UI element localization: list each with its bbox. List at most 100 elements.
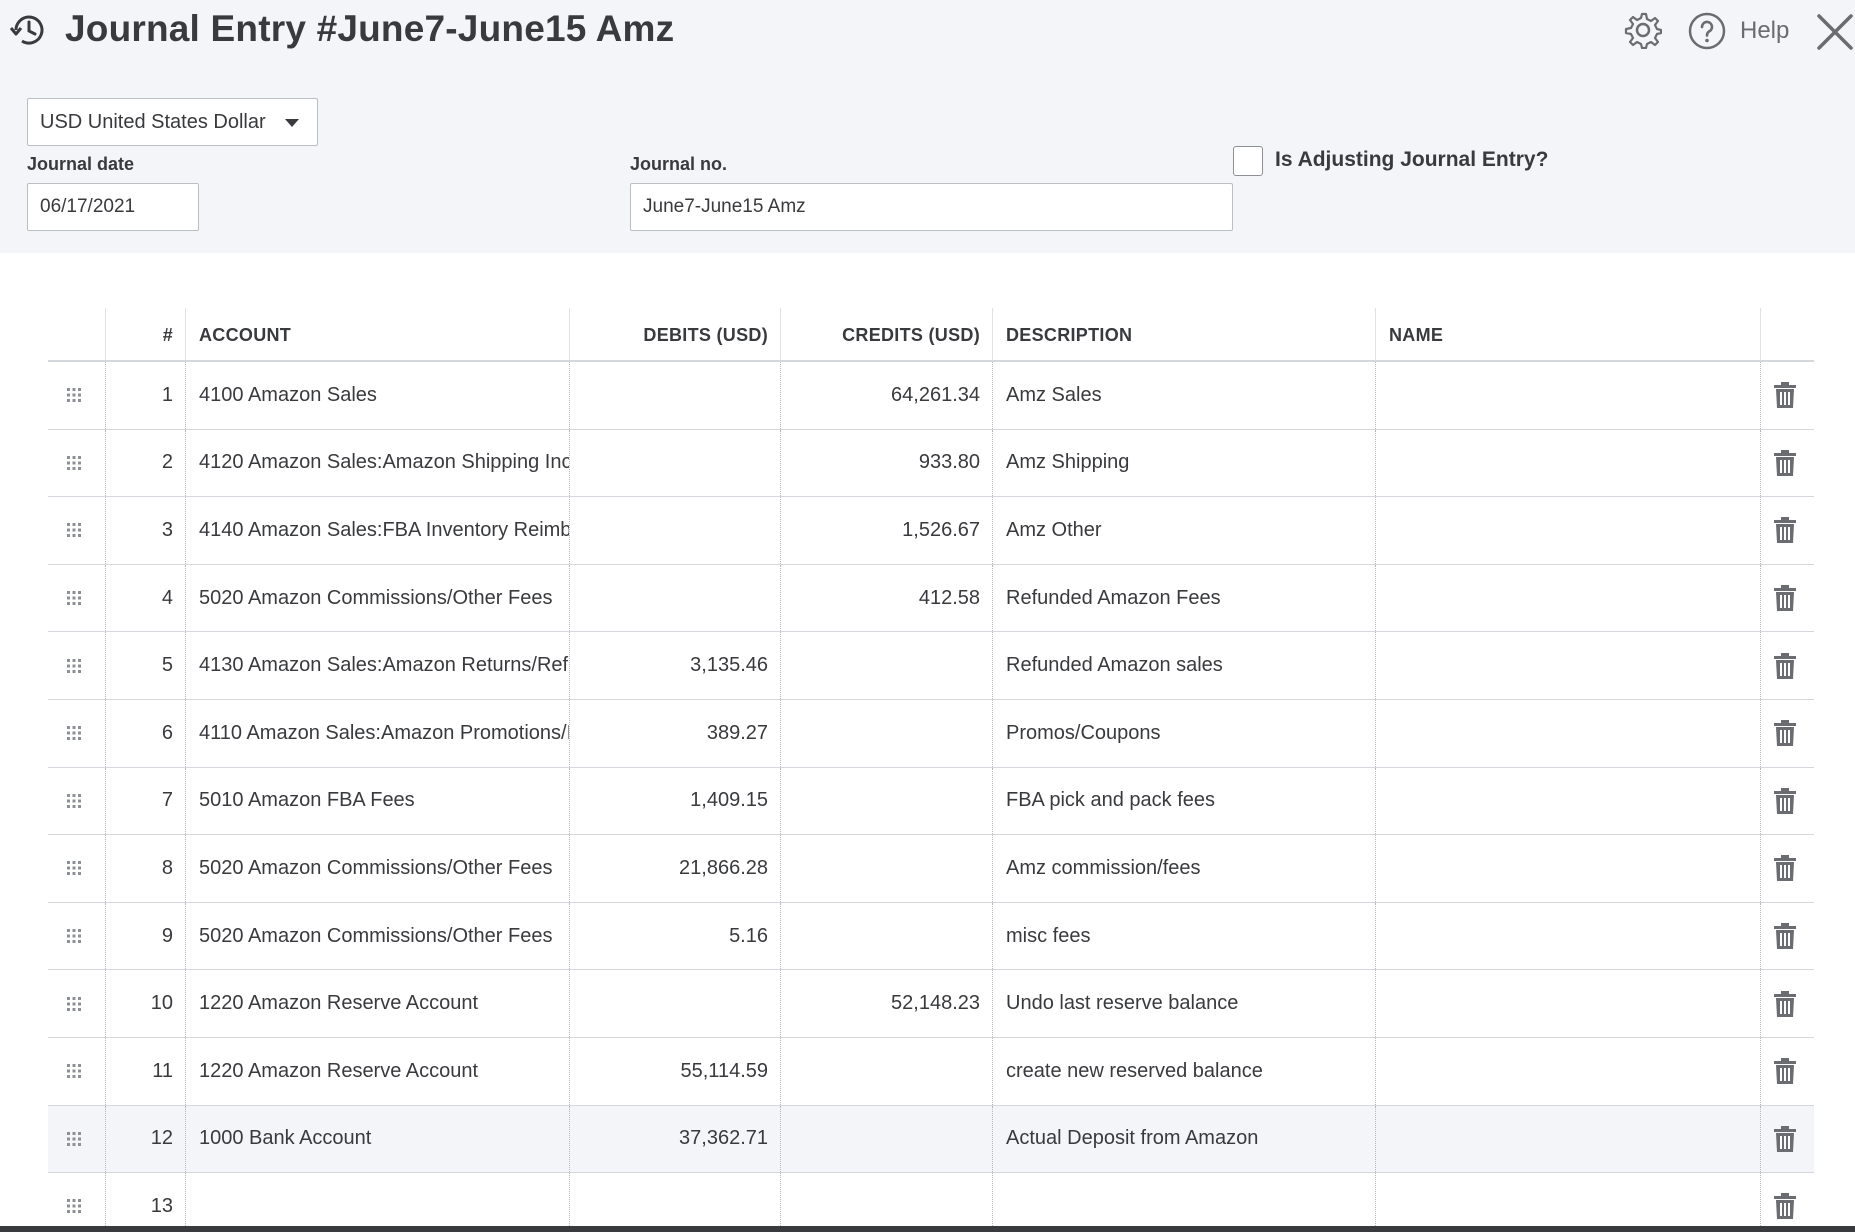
table-row[interactable]: 2 4120 Amazon Sales:Amazon Shipping Inc … — [48, 429, 1814, 498]
account-cell[interactable]: 1220 Amazon Reserve Account — [199, 970, 569, 1037]
description-cell[interactable]: FBA pick and pack fees — [1006, 768, 1375, 835]
help-button[interactable]: Help — [1688, 11, 1789, 51]
drag-handle-icon[interactable] — [66, 1198, 82, 1214]
account-cell[interactable] — [199, 1173, 569, 1232]
credit-cell[interactable] — [780, 835, 992, 902]
name-cell[interactable] — [1389, 1173, 1760, 1232]
account-cell[interactable]: 5020 Amazon Commissions/Other Fees — [199, 565, 569, 632]
trash-icon[interactable] — [1774, 517, 1796, 544]
history-icon[interactable] — [8, 10, 48, 50]
table-row[interactable]: 9 5020 Amazon Commissions/Other Fees 5.1… — [48, 902, 1814, 971]
debit-cell[interactable] — [569, 430, 780, 497]
journal-date-field[interactable]: 06/17/2021 — [27, 183, 199, 231]
trash-icon[interactable] — [1774, 1058, 1796, 1085]
account-cell[interactable]: 5020 Amazon Commissions/Other Fees — [199, 903, 569, 970]
trash-icon[interactable] — [1774, 990, 1796, 1017]
table-row[interactable]: 13 — [48, 1173, 1814, 1232]
table-row[interactable]: 8 5020 Amazon Commissions/Other Fees 21,… — [48, 835, 1814, 903]
account-cell[interactable]: 4120 Amazon Sales:Amazon Shipping Inc — [199, 430, 569, 497]
drag-handle-icon[interactable] — [66, 455, 82, 471]
credit-cell[interactable] — [780, 903, 992, 970]
name-cell[interactable] — [1389, 835, 1760, 902]
trash-icon[interactable] — [1774, 449, 1796, 476]
description-cell[interactable]: Refunded Amazon Fees — [1006, 565, 1375, 632]
table-row[interactable]: 6 4110 Amazon Sales:Amazon Promotions/I … — [48, 699, 1814, 768]
debit-cell[interactable] — [569, 497, 780, 564]
credit-cell[interactable]: 52,148.23 — [780, 970, 992, 1037]
drag-handle-icon[interactable] — [66, 1063, 82, 1079]
description-cell[interactable]: create new reserved balance — [1006, 1038, 1375, 1105]
journal-no-field[interactable]: June7-June15 Amz — [630, 183, 1233, 231]
description-cell[interactable] — [1006, 1173, 1375, 1232]
debit-cell[interactable]: 5.16 — [569, 903, 780, 970]
description-cell[interactable]: Undo last reserve balance — [1006, 970, 1375, 1037]
name-cell[interactable] — [1389, 430, 1760, 497]
credit-cell[interactable] — [780, 768, 992, 835]
trash-icon[interactable] — [1774, 652, 1796, 679]
table-row[interactable]: 7 5010 Amazon FBA Fees 1,409.15 FBA pick… — [48, 767, 1814, 836]
debit-cell[interactable]: 3,135.46 — [569, 632, 780, 699]
account-cell[interactable]: 4100 Amazon Sales — [199, 362, 569, 429]
debit-cell[interactable]: 37,362.71 — [569, 1106, 780, 1173]
table-row[interactable]: 1 4100 Amazon Sales 64,261.34 Amz Sales — [48, 362, 1814, 430]
debit-cell[interactable] — [569, 970, 780, 1037]
account-cell[interactable]: 1220 Amazon Reserve Account — [199, 1038, 569, 1105]
trash-icon[interactable] — [1774, 585, 1796, 612]
table-row[interactable]: 12 1000 Bank Account 37,362.71 Actual De… — [48, 1105, 1814, 1174]
close-icon[interactable] — [1815, 12, 1855, 52]
credit-cell[interactable]: 933.80 — [780, 430, 992, 497]
gear-icon[interactable] — [1624, 11, 1662, 49]
name-cell[interactable] — [1389, 1038, 1760, 1105]
credit-cell[interactable]: 412.58 — [780, 565, 992, 632]
col-header-description[interactable]: DESCRIPTION — [1006, 308, 1132, 362]
account-cell[interactable]: 4140 Amazon Sales:FBA Inventory Reimbu — [199, 497, 569, 564]
description-cell[interactable]: Actual Deposit from Amazon — [1006, 1106, 1375, 1173]
table-row[interactable]: 5 4130 Amazon Sales:Amazon Returns/Refu … — [48, 632, 1814, 700]
table-row[interactable]: 4 5020 Amazon Commissions/Other Fees 412… — [48, 564, 1814, 633]
description-cell[interactable]: Amz Shipping — [1006, 430, 1375, 497]
account-cell[interactable]: 4130 Amazon Sales:Amazon Returns/Refu — [199, 632, 569, 699]
name-cell[interactable] — [1389, 903, 1760, 970]
description-cell[interactable]: Refunded Amazon sales — [1006, 632, 1375, 699]
drag-handle-icon[interactable] — [66, 860, 82, 876]
adjusting-entry-checkbox[interactable] — [1233, 146, 1263, 176]
name-cell[interactable] — [1389, 565, 1760, 632]
table-row[interactable]: 10 1220 Amazon Reserve Account 52,148.23… — [48, 970, 1814, 1038]
table-row[interactable]: 11 1220 Amazon Reserve Account 55,114.59… — [48, 1037, 1814, 1106]
drag-handle-icon[interactable] — [66, 1131, 82, 1147]
name-cell[interactable] — [1389, 700, 1760, 767]
drag-handle-icon[interactable] — [66, 522, 82, 538]
drag-handle-icon[interactable] — [66, 387, 82, 403]
debit-cell[interactable]: 21,866.28 — [569, 835, 780, 902]
drag-handle-icon[interactable] — [66, 590, 82, 606]
col-header-account[interactable]: ACCOUNT — [199, 308, 291, 362]
name-cell[interactable] — [1389, 497, 1760, 564]
trash-icon[interactable] — [1774, 787, 1796, 814]
col-header-credits[interactable]: CREDITS (USD) — [780, 308, 992, 362]
drag-handle-icon[interactable] — [66, 928, 82, 944]
debit-cell[interactable] — [569, 362, 780, 429]
trash-icon[interactable] — [1774, 855, 1796, 882]
trash-icon[interactable] — [1774, 382, 1796, 409]
name-cell[interactable] — [1389, 632, 1760, 699]
description-cell[interactable]: Amz Other — [1006, 497, 1375, 564]
debit-cell[interactable]: 55,114.59 — [569, 1038, 780, 1105]
debit-cell[interactable] — [569, 1173, 780, 1232]
drag-handle-icon[interactable] — [66, 658, 82, 674]
credit-cell[interactable] — [780, 1038, 992, 1105]
credit-cell[interactable]: 64,261.34 — [780, 362, 992, 429]
description-cell[interactable]: Promos/Coupons — [1006, 700, 1375, 767]
trash-icon[interactable] — [1774, 1125, 1796, 1152]
credit-cell[interactable]: 1,526.67 — [780, 497, 992, 564]
name-cell[interactable] — [1389, 362, 1760, 429]
description-cell[interactable]: Amz commission/fees — [1006, 835, 1375, 902]
trash-icon[interactable] — [1774, 923, 1796, 950]
debit-cell[interactable]: 389.27 — [569, 700, 780, 767]
account-cell[interactable]: 5020 Amazon Commissions/Other Fees — [199, 835, 569, 902]
col-header-name[interactable]: NAME — [1389, 308, 1443, 362]
debit-cell[interactable]: 1,409.15 — [569, 768, 780, 835]
account-cell[interactable]: 1000 Bank Account — [199, 1106, 569, 1173]
credit-cell[interactable] — [780, 1106, 992, 1173]
drag-handle-icon[interactable] — [66, 725, 82, 741]
currency-select[interactable]: USD United States Dollar — [27, 98, 318, 146]
